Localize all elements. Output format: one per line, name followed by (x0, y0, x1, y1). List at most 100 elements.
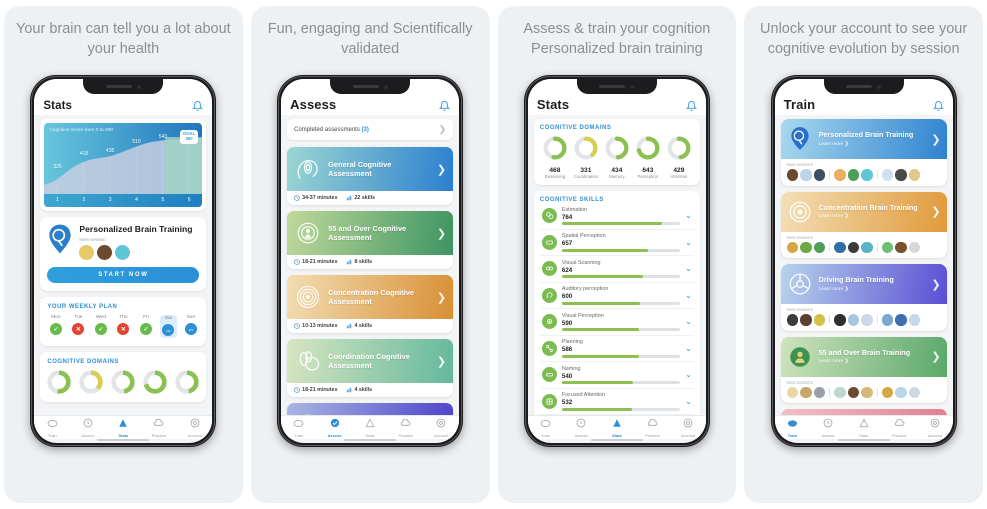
game-thumbnail[interactable] (908, 241, 921, 254)
skill-row[interactable]: Focused Attention 532 ⌄ (539, 389, 694, 416)
weekly-day[interactable]: Tue ✕ (70, 315, 87, 338)
tab-account[interactable]: Account (670, 415, 706, 438)
game-thumbnail[interactable] (834, 241, 846, 254)
assessment-card[interactable]: 55 and Over Cognitive Assessment ❯ 18-21… (287, 211, 454, 270)
skill-row[interactable]: Visual Perception 590 ⌄ (539, 309, 694, 336)
skill-row[interactable]: Estimation 764 ⌄ (539, 203, 694, 230)
notification-bell-icon[interactable] (685, 100, 697, 112)
game-thumbnail[interactable] (813, 386, 826, 399)
assessment-card[interactable]: Coordination Cognitive Assessment ❯ 18-2… (287, 339, 454, 398)
game-thumbnail[interactable] (800, 314, 812, 326)
game-thumbnail[interactable] (786, 169, 799, 181)
game-thumbnail[interactable] (800, 169, 812, 181)
game-thumbnail[interactable] (834, 314, 846, 326)
game-thumbnail[interactable] (881, 314, 894, 326)
skill-row[interactable]: Auditory perception 600 ⌄ (539, 283, 694, 310)
game-thumbnail[interactable] (813, 169, 826, 181)
tab-account[interactable]: Account (424, 415, 460, 438)
game-thumbnail[interactable] (834, 386, 846, 399)
domain-item[interactable]: 331 Coordination (571, 136, 601, 179)
chevron-down-icon[interactable]: ⌄ (685, 344, 692, 353)
game-thumbnail[interactable] (895, 314, 907, 326)
game-thumbnail[interactable] (881, 169, 894, 181)
game-thumbnail[interactable] (813, 314, 826, 326)
notification-bell-icon[interactable] (192, 100, 204, 112)
chevron-down-icon[interactable]: ⌄ (685, 317, 692, 326)
learn-more-link[interactable]: Learn more ❯ (819, 214, 929, 219)
completed-assessments-row[interactable]: Completed assessments (3) ❯ (287, 119, 454, 141)
weekly-day-selected[interactable]: Sat ••• (159, 315, 177, 339)
skill-row[interactable]: Spatial Perception 657 ⌄ (539, 230, 694, 257)
weekly-day[interactable]: Sun ••• (182, 315, 199, 338)
notification-bell-icon[interactable] (439, 100, 451, 112)
training-card[interactable]: Driving Brain Training Learn more ❯ ❯ Ne… (780, 264, 947, 331)
game-thumbnail[interactable] (908, 314, 921, 326)
tab-account[interactable]: Account (177, 415, 213, 438)
personalized-training-card[interactable]: Personalized Brain Training Next session (40, 217, 207, 292)
tab-assess[interactable]: Assess (70, 415, 106, 438)
tab-practice[interactable]: Practice (881, 415, 917, 438)
game-thumbnail[interactable] (834, 169, 846, 181)
game-thumbnail[interactable] (800, 241, 812, 254)
game-thumbnail[interactable] (861, 386, 873, 399)
game-thumbnail[interactable] (847, 386, 860, 399)
game-thumbnail[interactable] (895, 241, 907, 254)
weekly-day[interactable]: Wed ✓ (92, 315, 109, 338)
assessment-card[interactable]: General Cognitive Assessment ❯ 34-37 min… (287, 147, 454, 206)
tab-assess[interactable]: Assess (317, 415, 353, 438)
game-thumbnail[interactable] (79, 245, 95, 261)
chevron-down-icon[interactable]: ⌄ (685, 211, 692, 220)
notification-bell-icon[interactable] (932, 100, 944, 112)
game-thumbnail[interactable] (861, 241, 873, 254)
game-thumbnail[interactable] (847, 314, 860, 326)
domain-item[interactable]: 429 Attention (664, 136, 694, 179)
training-card[interactable]: 55 and Over Brain Training Learn more ❯ … (780, 336, 947, 404)
tab-assess[interactable]: Assess (563, 415, 599, 438)
game-thumbnail[interactable] (847, 241, 860, 254)
game-thumbnail[interactable] (97, 245, 113, 261)
game-thumbnail[interactable] (908, 169, 921, 181)
chevron-down-icon[interactable]: ⌄ (685, 370, 692, 379)
chevron-down-icon[interactable]: ⌄ (685, 291, 692, 300)
game-thumbnail[interactable] (115, 245, 131, 261)
weekly-day[interactable]: Fri ✓ (137, 315, 154, 338)
game-thumbnail[interactable] (786, 241, 799, 254)
game-thumbnail[interactable] (895, 386, 907, 399)
game-thumbnail[interactable] (861, 169, 873, 181)
tab-account[interactable]: Account (917, 415, 953, 438)
assessment-card[interactable]: Concentration Cognitive Assessment ❯ 10-… (287, 275, 454, 334)
training-card[interactable]: Personalized Brain Training Learn more ❯… (780, 119, 947, 186)
tab-assess[interactable]: Assess (810, 415, 846, 438)
game-thumbnail[interactable] (881, 241, 894, 254)
tab-stats[interactable]: Stats (352, 415, 388, 438)
tab-practice[interactable]: Practice (141, 415, 177, 438)
game-thumbnail[interactable] (786, 386, 799, 399)
training-card-partial[interactable] (780, 409, 947, 416)
chevron-down-icon[interactable]: ⌄ (685, 397, 692, 406)
learn-more-link[interactable]: Learn more ❯ (819, 359, 929, 364)
skill-row[interactable]: Visual Scanning 624 ⌄ (539, 256, 694, 283)
tab-train[interactable]: Train (528, 415, 564, 438)
game-thumbnail[interactable] (813, 241, 826, 254)
start-now-button[interactable]: START NOW (47, 267, 200, 284)
weekly-day[interactable]: Mon ✓ (47, 315, 64, 338)
tab-train[interactable]: Train (775, 415, 811, 438)
game-thumbnail[interactable] (847, 169, 860, 181)
tab-practice[interactable]: Practice (388, 415, 424, 438)
game-thumbnail[interactable] (908, 386, 921, 399)
tab-train[interactable]: Train (281, 415, 317, 438)
weekly-day[interactable]: Thu ✕ (115, 315, 132, 338)
tab-train[interactable]: Train (34, 415, 70, 438)
skill-row[interactable]: Naming 540 ⌄ (539, 362, 694, 389)
tab-stats[interactable]: Stats (846, 415, 882, 438)
learn-more-link[interactable]: Learn more ❯ (819, 142, 929, 147)
game-thumbnail[interactable] (786, 314, 799, 326)
chevron-down-icon[interactable]: ⌄ (685, 264, 692, 273)
skill-row[interactable]: Planning 586 ⌄ (539, 336, 694, 363)
assessment-card-partial[interactable]: Driving Cognitive Assessment (287, 403, 454, 416)
learn-more-link[interactable]: Learn more ❯ (819, 287, 929, 292)
domain-item[interactable]: 468 Reasoning (540, 136, 570, 179)
tab-stats[interactable]: Stats (106, 415, 142, 438)
training-card[interactable]: Concentration Brain Training Learn more … (780, 191, 947, 259)
domain-item[interactable]: 434 Memory (602, 136, 632, 179)
